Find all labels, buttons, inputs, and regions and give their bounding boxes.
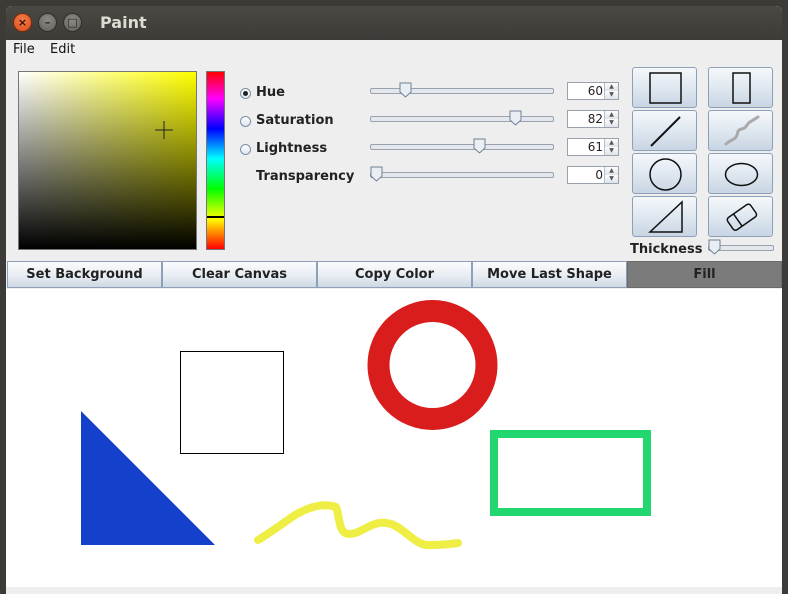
- close-icon: ×: [17, 16, 28, 29]
- hue-down-arrow-icon[interactable]: ▼: [604, 91, 618, 99]
- saturation-spinner[interactable]: 82 ▲ ▼: [567, 110, 619, 128]
- rectangle-icon: [649, 72, 682, 104]
- green-rectangle-shape: [490, 430, 651, 516]
- hue-value: 60: [587, 84, 603, 98]
- transparency-spinner[interactable]: 0 ▲ ▼: [567, 166, 619, 184]
- lightness-radio[interactable]: [240, 144, 251, 155]
- hue-strip[interactable]: [206, 71, 225, 250]
- clear-canvas-button[interactable]: Clear Canvas: [162, 261, 317, 288]
- hue-up-arrow-icon[interactable]: ▲: [604, 83, 618, 91]
- transparency-slider[interactable]: [370, 172, 554, 178]
- hue-marker[interactable]: [207, 216, 224, 218]
- blue-triangle-shape: [81, 411, 215, 545]
- saturation-label: Saturation: [256, 113, 334, 128]
- title-bar: × – □ Paint: [6, 6, 782, 40]
- paint-window: × – □ Paint File Edit Hue 60 ▲ ▼ Saturat…: [6, 6, 782, 594]
- maximize-icon: □: [67, 16, 78, 29]
- menu-bar: File Edit: [6, 40, 782, 61]
- lightness-slider-thumb[interactable]: [473, 138, 486, 154]
- lightness-slider[interactable]: [370, 144, 554, 150]
- saturation-slider[interactable]: [370, 116, 554, 122]
- thickness-slider-thumb[interactable]: [708, 239, 721, 255]
- line-tool-button[interactable]: [632, 110, 697, 151]
- minimize-button[interactable]: –: [38, 13, 57, 32]
- red-ring-shape: [367, 300, 498, 430]
- thickness-label: Thickness: [630, 242, 703, 257]
- drawing-canvas[interactable]: [6, 289, 782, 587]
- tall-rectangle-icon: [732, 72, 751, 104]
- saturation-value: 82: [587, 112, 603, 126]
- maximize-button[interactable]: □: [63, 13, 82, 32]
- eraser-icon: [726, 203, 758, 231]
- circle-tool-button[interactable]: [632, 153, 697, 194]
- transparency-down-arrow-icon[interactable]: ▼: [604, 175, 618, 183]
- transparency-slider-thumb[interactable]: [370, 166, 383, 182]
- menu-file[interactable]: File: [13, 42, 35, 57]
- action-tabs: Set Background Clear Canvas Copy Color M…: [6, 261, 782, 288]
- triangle-tool-button[interactable]: [632, 196, 697, 237]
- rectangle-tool-button[interactable]: [632, 67, 697, 108]
- lightness-value: 61: [587, 140, 603, 154]
- circle-icon: [649, 158, 682, 191]
- hue-slider[interactable]: [370, 88, 554, 94]
- saturation-radio[interactable]: [240, 116, 251, 127]
- minimize-icon: –: [44, 16, 51, 29]
- ellipse-tool-button[interactable]: [708, 153, 773, 194]
- lightness-label: Lightness: [256, 141, 328, 156]
- freehand-tool-button[interactable]: [708, 110, 773, 151]
- control-panel: Hue 60 ▲ ▼ Saturation 82 ▲ ▼ Lightness 6…: [6, 61, 782, 261]
- tall-rectangle-tool-button[interactable]: [708, 67, 773, 108]
- transparency-value: 0: [595, 168, 603, 182]
- lightness-down-arrow-icon[interactable]: ▼: [604, 147, 618, 155]
- saturation-down-arrow-icon[interactable]: ▼: [604, 119, 618, 127]
- transparency-up-arrow-icon[interactable]: ▲: [604, 167, 618, 175]
- yellow-squiggle-shape: [254, 501, 462, 550]
- eraser-tool-button[interactable]: [708, 196, 773, 237]
- copy-color-button[interactable]: Copy Color: [317, 261, 472, 288]
- transparency-label: Transparency: [256, 169, 355, 184]
- window-title: Paint: [100, 13, 147, 32]
- freehand-icon: [724, 115, 760, 146]
- crosshair-icon: [155, 121, 173, 139]
- ellipse-icon: [724, 162, 759, 187]
- lightness-spinner[interactable]: 61 ▲ ▼: [567, 138, 619, 156]
- hue-label: Hue: [256, 85, 285, 100]
- hue-radio[interactable]: [240, 88, 251, 99]
- triangle-icon: [648, 200, 683, 233]
- hue-slider-thumb[interactable]: [399, 82, 412, 98]
- hue-spinner[interactable]: 60 ▲ ▼: [567, 82, 619, 100]
- fill-button[interactable]: Fill: [627, 261, 782, 288]
- set-background-button[interactable]: Set Background: [7, 261, 162, 288]
- menu-edit[interactable]: Edit: [50, 42, 75, 57]
- lightness-up-arrow-icon[interactable]: ▲: [604, 139, 618, 147]
- black-rectangle-shape: [180, 351, 284, 454]
- close-button[interactable]: ×: [13, 13, 32, 32]
- move-last-shape-button[interactable]: Move Last Shape: [472, 261, 627, 288]
- line-icon: [650, 116, 681, 147]
- saturation-up-arrow-icon[interactable]: ▲: [604, 111, 618, 119]
- saturation-slider-thumb[interactable]: [509, 110, 522, 126]
- color-picker-area[interactable]: [18, 71, 197, 250]
